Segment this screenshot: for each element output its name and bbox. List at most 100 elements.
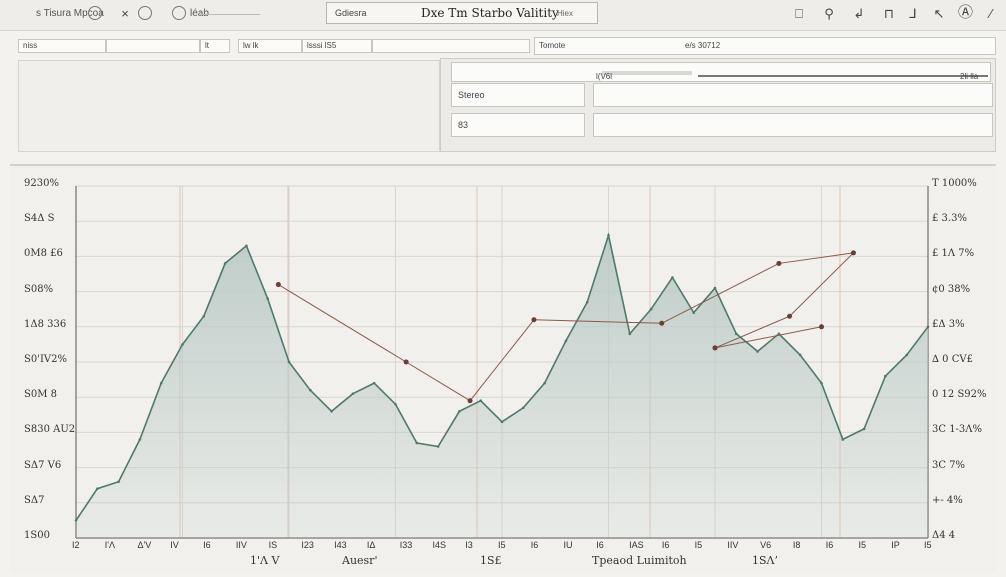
clipboard-icon[interactable]: ⊓ [882,7,896,21]
more-icon[interactable]: ⁄ [984,7,998,21]
right-y-tick: 0 12 S92% [932,389,987,401]
panel-header-value: l(V6l [596,72,613,81]
data-point [181,343,184,346]
data-point [628,332,632,336]
x-tick: IS [268,540,278,550]
data-point [330,409,333,413]
chart-frame [10,164,996,572]
value-field-value: e/s 30712 [685,41,721,50]
x-tick: I5 [924,540,932,550]
x-tick: I3 [465,540,473,550]
left-y-tick: S830 AU2 [24,424,76,436]
right-y-tick: 3C 7% [932,459,966,471]
value-field-label: Tomote [539,41,566,50]
data-point [138,438,142,441]
right-y-tick: ∆ 0 CV£ [932,354,973,365]
x-tick: IU [563,540,573,550]
search-icon[interactable] [88,6,102,20]
close-icon[interactable]: × [118,7,132,21]
x-tick: I43 [334,540,347,550]
top-toolbar: s Tisura Mpcoa × léab Gdiesra Dxe Tm Sta… [0,0,1006,31]
left-y-tick: SΔ7 V6 [24,459,62,471]
trend-point [467,398,473,404]
cursor-icon[interactable]: ↖ [932,7,946,21]
row2-input[interactable] [593,113,993,137]
left-panel [18,60,440,152]
x-tick: IIV [235,540,247,550]
left-y-tick: 1Δ8 336 [24,318,67,330]
data-point [351,392,355,395]
data-point [692,311,695,315]
left-y-tick: SΔ7 [24,494,45,506]
x-tick: I6 [661,540,670,550]
data-point [245,244,248,248]
trend-segment [278,284,407,363]
data-point [862,427,866,431]
x-tick: I8 [792,540,801,550]
field-4[interactable]: lw lk [238,39,302,53]
right-y-tick: £ 3.3% [932,213,967,225]
chart-svg [74,185,930,539]
slider-track[interactable] [698,75,988,77]
trend-point [819,324,824,330]
x-tick: IIV [727,540,739,550]
toolbar-divider [200,14,260,15]
data-point [202,314,206,318]
text-format-icon[interactable]: Ⓐ [958,5,973,20]
data-point [926,325,930,329]
x-tick: I23 [301,540,314,550]
data-point [458,409,461,413]
export-icon[interactable]: ↲ [852,7,866,21]
x-axis-label: 1'Λ V [250,554,280,567]
field-1[interactable]: niss [18,39,106,53]
trend-point [850,250,856,256]
data-point [309,388,312,392]
data-point [607,233,610,237]
data-point [159,381,163,385]
left-y-tick: 0M8 £6 [24,248,63,260]
refresh-icon[interactable] [138,6,152,20]
pin-icon[interactable]: ⚲ [822,7,836,21]
trend-point [787,313,793,319]
trend-point [403,359,409,365]
value-field[interactable]: Tomote e/s 30712 [534,37,996,55]
panel-header-right: 2li lla [960,72,979,81]
field-2[interactable] [106,39,200,53]
x-tick: I4S [432,540,446,550]
bookmark-icon[interactable]: ⎕ [792,7,806,21]
x-axis-label: Auesr' [342,554,378,567]
field-6[interactable] [372,39,530,53]
row1-input[interactable] [593,83,993,107]
x-axis-label: Tpeaod Luimitoh [592,554,687,567]
x-tick: I5 [498,540,506,550]
data-point [671,276,674,279]
edit-icon[interactable]: ⅃ [906,7,920,21]
trend-point [531,317,537,323]
left-y-tick: 1S00 [24,530,50,541]
x-tick: Δ'V [137,540,152,550]
data-point [841,438,845,441]
left-y-tick: S0M 8 [24,389,57,401]
x-axis-label: 1S£ [480,554,502,567]
data-point [585,300,589,304]
x-tick: I6 [203,540,211,550]
x-tick: I6 [530,540,539,550]
x-tick: IΔ [366,540,376,550]
x-tick: IAS [629,540,644,550]
data-point [500,420,504,424]
trend-point [712,345,718,351]
x-tick: I'Λ [104,540,115,550]
data-point [479,399,483,403]
settings-icon[interactable] [172,6,186,20]
left-y-tick: S4Δ S [24,213,55,225]
data-point [436,445,440,448]
document-title-box[interactable]: Gdiesra Dxe Tm Starbo Valitity Hiex [326,2,598,24]
right-y-tick: £Δ 3% [932,318,965,330]
trend-point [275,282,281,288]
field-5[interactable]: lsssi lS5 [302,39,372,53]
panel-header-box[interactable]: l(V6l 2li lla [451,62,991,82]
properties-panel: l(V6l 2li lla Stereo 83 [440,58,996,152]
field-3[interactable]: lt [200,39,230,53]
data-point [756,350,759,353]
x-tick: I5 [694,540,703,550]
